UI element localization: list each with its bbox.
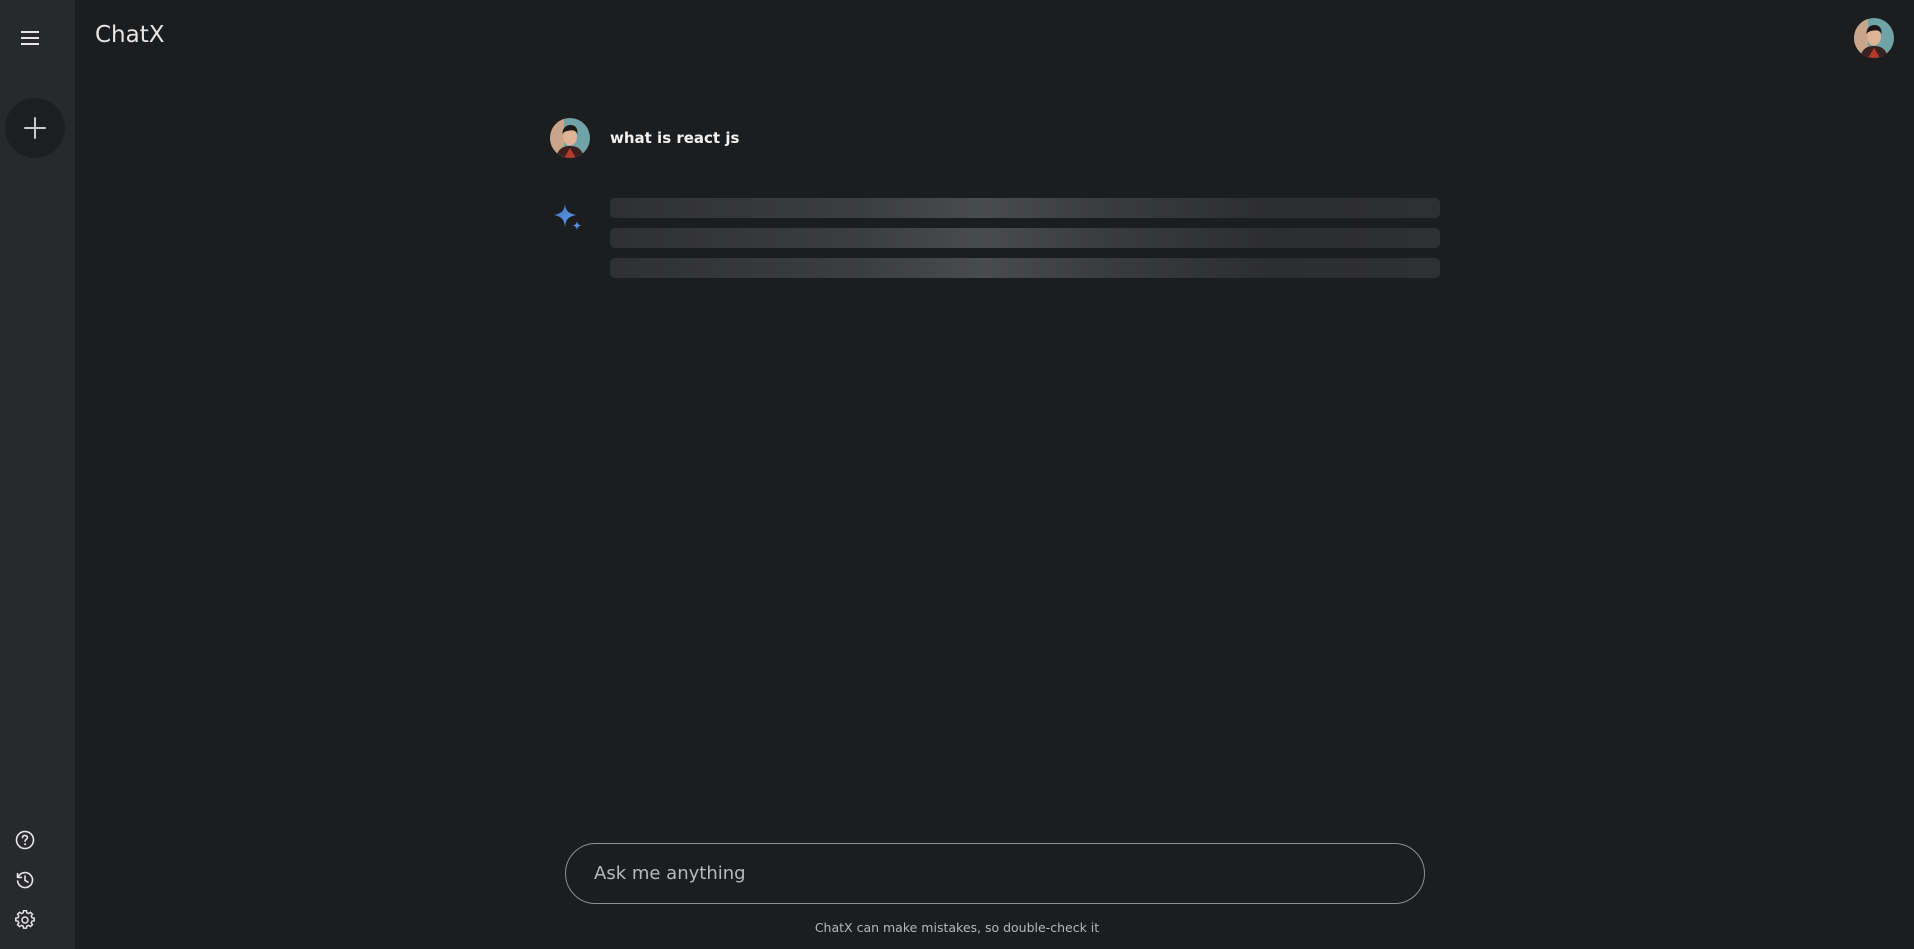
disclaimer-text: ChatX can make mistakes, so double-check… — [814, 920, 1100, 935]
user-avatar[interactable] — [1854, 18, 1894, 58]
sparkle-icon — [552, 202, 586, 236]
new-chat-button[interactable] — [5, 98, 65, 158]
loading-skeleton-line — [610, 258, 1440, 278]
app-root: ChatX what is react js Ask me anything C… — [0, 0, 1914, 949]
app-title: ChatX — [95, 22, 165, 48]
avatar — [550, 118, 590, 158]
disclaimer-container: ChatX can make mistakes, so double-check… — [0, 920, 1914, 935]
prompt-input[interactable] — [566, 844, 1424, 903]
plus-icon — [24, 117, 46, 139]
user-message-text: what is react js — [610, 129, 740, 147]
hamburger-menu-icon[interactable] — [16, 26, 44, 50]
loading-skeleton-line — [610, 198, 1440, 218]
history-icon[interactable] — [13, 868, 37, 892]
sidebar — [0, 0, 75, 949]
loading-skeleton-line — [610, 228, 1440, 248]
help-circle-icon[interactable] — [13, 828, 37, 852]
prompt-input-container — [565, 843, 1425, 904]
user-message-row: what is react js — [550, 118, 739, 158]
